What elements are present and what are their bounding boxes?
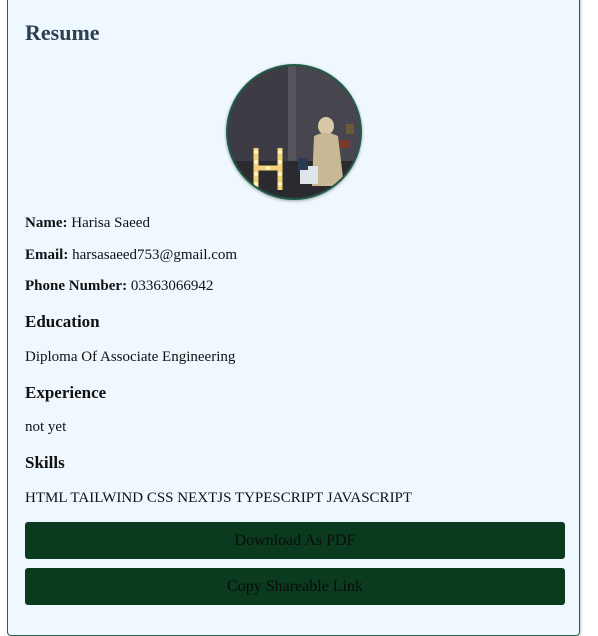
name-value: Harisa Saeed <box>71 215 150 231</box>
education-heading: Education <box>25 312 100 331</box>
skills-heading: Skills <box>25 453 65 472</box>
skills-text: HTML TAILWIND CSS NEXTJS TYPESCRIPT JAVA… <box>25 490 413 506</box>
phone-label: Phone Number: <box>25 278 128 294</box>
download-pdf-button[interactable]: Download As PDF <box>25 522 565 559</box>
education-text: Diploma Of Associate Engineering <box>25 349 236 365</box>
phone-field: Phone Number: 03363066942 <box>25 278 213 295</box>
email-field: Email: harsasaeed753@gmail.com <box>25 247 237 264</box>
copy-link-button[interactable]: Copy Shareable Link <box>25 568 565 605</box>
page-title: Resume <box>25 20 100 45</box>
experience-heading: Experience <box>25 383 107 402</box>
email-value: harsasaeed753@gmail.com <box>72 247 238 263</box>
profile-photo <box>226 64 362 200</box>
experience-text: not yet <box>25 419 67 435</box>
name-label: Name: <box>25 215 68 231</box>
email-label: Email: <box>25 247 69 263</box>
profile-photo-image <box>228 66 360 198</box>
phone-value: 03363066942 <box>130 278 214 294</box>
name-field: Name: Harisa Saeed <box>25 215 150 232</box>
